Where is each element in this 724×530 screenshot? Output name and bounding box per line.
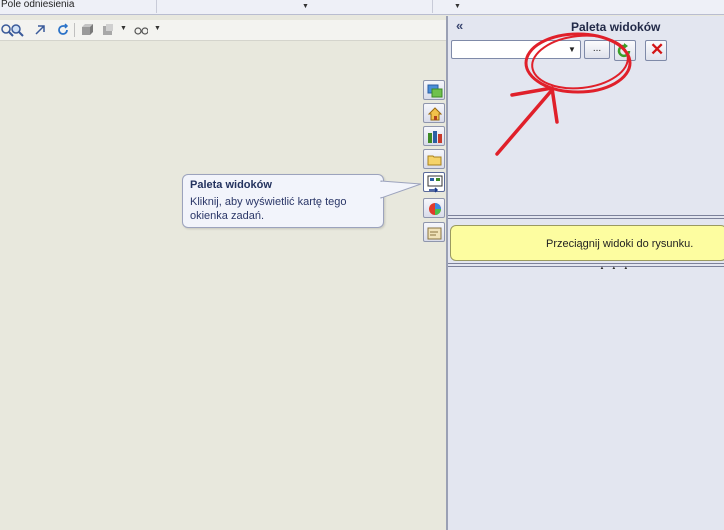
tab-home[interactable]: [423, 103, 445, 123]
view-list-area[interactable]: [448, 269, 724, 530]
hide-show-icon[interactable]: [134, 23, 148, 37]
drag-hint-text: Przeciągnij widoki do rysunku.: [546, 238, 694, 250]
feature-manager-icon: [427, 84, 443, 98]
top-bar-divider: [156, 0, 157, 13]
tooltip: Paleta widoków Kliknij, aby wyświetlić k…: [182, 174, 384, 228]
refresh-icon: [617, 43, 631, 58]
drawing-canvas[interactable]: [0, 41, 446, 530]
tab-view-palette[interactable]: [423, 172, 445, 193]
view-palette-panel: « Paleta widoków ▼ ... ✕ Przeciągnij wid…: [448, 16, 724, 530]
resources-icon: [428, 131, 442, 143]
tab-resources[interactable]: [423, 126, 445, 146]
custom-properties-icon: [427, 227, 442, 240]
top-bar-divider: [432, 0, 433, 13]
browse-button[interactable]: ...: [584, 40, 610, 59]
zoom-icon[interactable]: [10, 23, 24, 37]
tab-feature-manager[interactable]: [423, 80, 445, 100]
refresh-icon[interactable]: [56, 23, 70, 37]
top-bar: Pole odniesienia ▼ ▼: [0, 0, 724, 15]
tooltip-title: Paleta widoków: [190, 179, 272, 191]
panel-divider: [448, 215, 724, 216]
chevron-down-icon[interactable]: ▼: [565, 42, 579, 57]
panel-divider: [448, 218, 724, 219]
chevron-down-icon[interactable]: ▼: [454, 3, 461, 10]
collapse-icon[interactable]: «: [456, 18, 463, 33]
drag-hint: Przeciągnij widoki do rysunku.: [450, 225, 724, 261]
panel-divider: [448, 266, 724, 267]
toolbar-separator: [74, 23, 75, 37]
tooltip-tail: [378, 180, 422, 199]
folder-icon: [427, 155, 442, 166]
chevron-down-icon[interactable]: ▼: [154, 25, 161, 32]
chevron-down-icon[interactable]: ▼: [120, 25, 127, 32]
tab-appearances[interactable]: [423, 198, 445, 218]
panel-header: « Paleta widoków: [448, 16, 724, 38]
tab-file-explorer[interactable]: [423, 149, 445, 169]
reference-field-label[interactable]: Pole odniesienia: [0, 0, 74, 10]
home-icon: [427, 107, 443, 121]
tooltip-body: Kliknij, aby wyświetlić kartę tego okien…: [190, 196, 347, 222]
view-toolbar: ▼ ▼: [0, 20, 446, 41]
appearance-icon: [429, 203, 441, 215]
view-cube-icon[interactable]: [80, 23, 94, 37]
tab-custom-properties[interactable]: [423, 222, 445, 242]
refresh-button[interactable]: [614, 40, 636, 61]
view-palette-icon: [427, 175, 443, 193]
close-button[interactable]: ✕: [645, 40, 667, 61]
display-style-icon[interactable]: [101, 23, 115, 37]
panel-title: Paleta widoków: [571, 20, 661, 34]
close-icon: ✕: [650, 40, 665, 59]
panel-divider: [448, 263, 724, 264]
drawing-select[interactable]: ▼: [451, 40, 581, 59]
rotate-icon[interactable]: [33, 23, 47, 37]
chevron-down-icon[interactable]: ▼: [302, 3, 309, 10]
